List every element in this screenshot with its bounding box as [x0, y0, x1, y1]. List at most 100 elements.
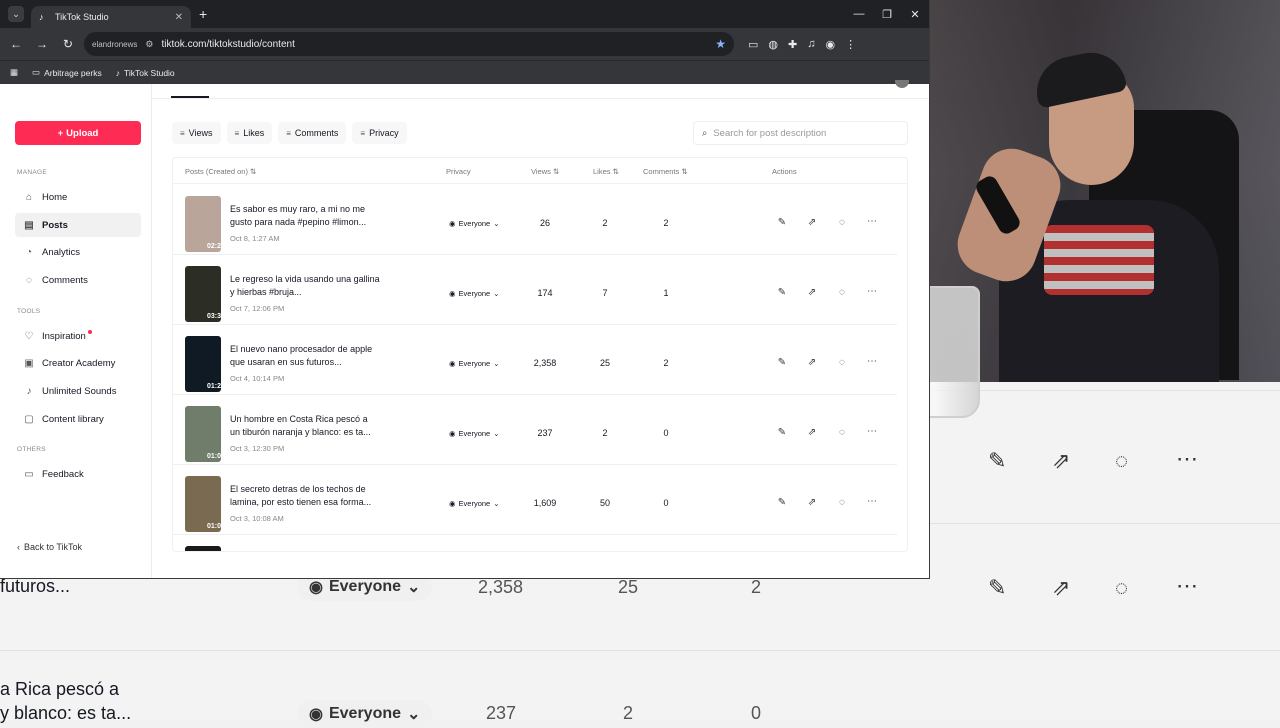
back-icon[interactable]: ← — [6, 34, 26, 54]
reload-icon[interactable]: ↻ — [58, 34, 78, 54]
video-duration: 01:09 — [207, 453, 221, 460]
edit-icon[interactable]: ✎ — [772, 497, 792, 508]
video-thumbnail[interactable]: 01:04 — [185, 476, 221, 532]
sidebar-item-inspiration[interactable]: ♡ Inspiration — [15, 324, 141, 348]
filter-likes-button[interactable]: ≡ Likes — [226, 122, 273, 144]
video-thumbnail[interactable]: 01:25 — [185, 336, 221, 392]
post-description[interactable]: Un hombre en Costa Rica pescó a un tibur… — [230, 413, 380, 439]
site-info-icon[interactable]: ⚙ — [145, 39, 153, 50]
post-description[interactable]: Es sabor es muy raro, a mi no me gusto p… — [230, 203, 380, 229]
privacy-dropdown[interactable]: ◉ Everyone ⌄ — [449, 289, 500, 298]
filter-views-button[interactable]: ≡ Views — [172, 122, 221, 144]
sidebar-item-home[interactable]: ⌂ Home — [15, 185, 141, 209]
restore-icon[interactable]: ❐ — [873, 0, 901, 28]
video-thumbnail[interactable] — [185, 546, 221, 551]
notification-dot — [87, 330, 92, 334]
comment-icon[interactable]: ◌ — [832, 217, 852, 228]
browser-tab[interactable]: ♪ TikTok Studio ✕ — [31, 6, 191, 28]
new-tab-button[interactable]: + — [199, 6, 207, 22]
url-text[interactable]: tiktok.com/tiktokstudio/content — [161, 39, 707, 50]
bookmarks-bar: ▦ ▭ Arbitrage perks ♪ TikTok Studio — [0, 60, 929, 84]
back-to-tiktok-link[interactable]: ‹ Back to TikTok — [17, 542, 82, 552]
privacy-dropdown[interactable]: ◉ Everyone ⌄ — [449, 499, 500, 508]
close-tab-icon[interactable]: ✕ — [175, 12, 183, 23]
share-icon[interactable]: ⇗ — [802, 217, 822, 228]
sidebar-item-unlimited-sounds[interactable]: ♪ Unlimited Sounds — [15, 379, 141, 403]
more-icon[interactable]: ⋯ — [862, 356, 882, 367]
post-description[interactable]: El secreto detras de los techos de lamin… — [230, 483, 380, 509]
extension-icon[interactable]: ◍ — [768, 38, 778, 51]
sidebar-item-posts[interactable]: ▤ Posts — [15, 213, 141, 237]
video-thumbnail[interactable]: 01:09 — [185, 406, 221, 462]
privacy-dropdown[interactable]: ◉ Everyone ⌄ — [449, 219, 500, 228]
table-row[interactable]: 01:04 El secreto detras de los techos de … — [173, 465, 897, 535]
table-row[interactable]: 01:25 El nuevo nano procesador de apple q… — [173, 325, 897, 395]
more-icon[interactable]: ⋯ — [862, 286, 882, 297]
sidebar-item-feedback[interactable]: ▭ Feedback — [15, 462, 141, 486]
bookmark-tiktok-studio[interactable]: ♪ TikTok Studio — [116, 68, 175, 78]
profile-chip[interactable]: elandronews — [92, 40, 137, 49]
share-icon[interactable]: ⇗ — [802, 427, 822, 438]
more-icon[interactable]: ⋯ — [862, 216, 882, 227]
video-thumbnail[interactable]: 02:25 — [185, 196, 221, 252]
avatar[interactable] — [895, 80, 909, 88]
plus-icon: + — [57, 127, 64, 139]
filter-comments-button[interactable]: ≡ Comments — [278, 122, 347, 144]
bookmark-star-icon[interactable]: ★ — [715, 37, 726, 51]
filter-icon: ≡ — [234, 128, 240, 138]
table-row[interactable]: 03:31 Le regreso la vida usando una galli… — [173, 255, 897, 325]
minimize-icon[interactable]: — — [845, 0, 873, 28]
search-input[interactable]: ⌕ Search for post description — [693, 121, 908, 145]
media-icon[interactable]: ♫ — [807, 38, 815, 51]
upload-button[interactable]: + Upload — [15, 121, 141, 145]
forward-icon[interactable]: → — [32, 34, 52, 54]
camera-icon[interactable]: ▭ — [748, 38, 758, 51]
privacy-dropdown[interactable]: ◉ Everyone ⌄ — [449, 429, 500, 438]
chevron-down-icon: ⌄ — [493, 499, 500, 508]
filter-privacy-button[interactable]: ≡ Privacy — [352, 122, 407, 144]
video-thumbnail[interactable]: 03:31 — [185, 266, 221, 322]
comment-icon[interactable]: ◌ — [832, 287, 852, 298]
edit-icon[interactable]: ✎ — [772, 217, 792, 228]
sidebar-item-comments[interactable]: ◌ Comments — [15, 268, 141, 292]
chevron-down-icon: ⌄ — [493, 289, 500, 298]
table-row[interactable]: 02:25 Es sabor es muy raro, a mi no me gu… — [173, 185, 897, 255]
close-window-icon[interactable]: ✕ — [901, 0, 929, 28]
browser-toolbar: ← → ↻ elandronews ⚙ tiktok.com/tiktokstu… — [0, 28, 929, 60]
edit-icon[interactable]: ✎ — [772, 357, 792, 368]
bg-comments: 2 — [751, 577, 762, 597]
sidebar-item-creator-academy[interactable]: ▣ Creator Academy — [15, 351, 141, 375]
bg-row-text: futuros... — [0, 576, 71, 596]
comment-icon[interactable]: ◌ — [832, 357, 852, 368]
apps-icon[interactable]: ▦ — [10, 67, 18, 78]
post-description[interactable]: Le regreso la vida usando una gallina y … — [230, 273, 380, 299]
header-likes[interactable]: Likes ⇅ — [593, 167, 619, 176]
header-comments[interactable]: Comments ⇅ — [643, 167, 688, 176]
profile-icon[interactable]: ◉ — [825, 38, 835, 51]
share-icon[interactable]: ⇗ — [802, 287, 822, 298]
edit-icon[interactable]: ✎ — [772, 287, 792, 298]
comment-icon[interactable]: ◌ — [832, 497, 852, 508]
header-views[interactable]: Views ⇅ — [531, 167, 559, 176]
bookmark-arbitrage[interactable]: ▭ Arbitrage perks — [32, 67, 102, 78]
academy-icon: ▣ — [24, 357, 34, 369]
edit-icon[interactable]: ✎ — [772, 427, 792, 438]
sidebar-item-analytics[interactable]: ◔ Analytics — [15, 240, 141, 264]
table-row[interactable]: 01:09 Un hombre en Costa Rica pescó a un … — [173, 395, 897, 465]
share-icon[interactable]: ⇗ — [802, 357, 822, 368]
more-icon[interactable]: ⋯ — [862, 426, 882, 437]
sidebar-item-content-library[interactable]: ▢ Content library — [15, 407, 141, 431]
menu-icon[interactable]: ⋮ — [845, 38, 856, 51]
header-posts[interactable]: Posts (Created on) ⇅ — [185, 167, 256, 176]
privacy-dropdown[interactable]: ◉ Everyone ⌄ — [449, 359, 500, 368]
comment-icon[interactable]: ◌ — [832, 427, 852, 438]
likes-count: 2 — [602, 218, 608, 228]
tab-search-icon[interactable]: ⌄ — [8, 6, 24, 22]
post-description[interactable]: El nuevo nano procesador de apple que us… — [230, 343, 380, 369]
address-bar[interactable]: elandronews ⚙ tiktok.com/tiktokstudio/co… — [84, 32, 734, 56]
puzzle-icon[interactable]: ✚ — [788, 38, 797, 51]
comments-count: 1 — [663, 288, 669, 298]
more-icon[interactable]: ⋯ — [862, 496, 882, 507]
share-icon[interactable]: ⇗ — [802, 497, 822, 508]
extension-icons: ▭ ◍ ✚ ♫ ◉ ⋮ — [748, 38, 856, 51]
